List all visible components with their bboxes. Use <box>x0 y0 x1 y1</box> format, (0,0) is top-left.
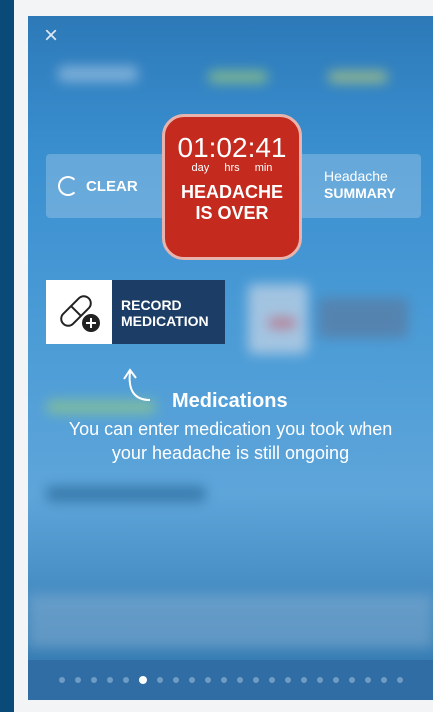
page-dot[interactable] <box>252 677 259 683</box>
status-line1: HEADACHE <box>180 182 283 202</box>
blurred-bg <box>268 318 296 328</box>
unit-hrs: hrs <box>224 162 240 174</box>
page-dot[interactable] <box>106 677 113 683</box>
close-icon[interactable]: × <box>44 24 58 48</box>
page-dot[interactable] <box>204 677 211 683</box>
tip-line1: You can enter medication you took when <box>68 419 393 439</box>
tip-title: Medications <box>172 390 288 412</box>
page-dot[interactable] <box>300 677 307 683</box>
page-dot[interactable] <box>364 677 371 683</box>
record-label: RECORD MEDICATION <box>112 280 225 344</box>
record-line1: RECORD <box>121 297 182 313</box>
blurred-bg <box>58 66 138 82</box>
status-text: HEADACHE IS OVER <box>165 182 299 224</box>
page-dot[interactable] <box>220 677 227 683</box>
blurred-bg <box>46 486 206 502</box>
unit-min: min <box>254 162 273 174</box>
refresh-icon <box>58 176 78 196</box>
tip-line2: your headache is still ongoing <box>111 443 350 463</box>
page-dot[interactable] <box>268 677 275 683</box>
page-dot[interactable] <box>122 677 129 683</box>
page-dot[interactable] <box>332 677 339 683</box>
unit-day: day <box>191 162 210 174</box>
tip-text: You can enter medication you took when y… <box>28 417 433 465</box>
summary-line2: SUMMARY <box>324 185 396 201</box>
elapsed-timer: 01:02:41 <box>177 132 287 163</box>
clear-button[interactable]: CLEAR <box>58 176 138 196</box>
summary-line1: Headache <box>324 168 388 184</box>
page-dot[interactable] <box>348 677 355 683</box>
page-dot[interactable] <box>316 677 323 683</box>
page-dot[interactable] <box>380 677 387 683</box>
page-dot[interactable] <box>284 677 291 683</box>
page-indicator <box>28 660 433 700</box>
page-dot[interactable] <box>188 677 195 683</box>
blurred-bg <box>318 298 408 338</box>
app-frame: × CLEAR Headache SUMMARY 01:02:41 day hr… <box>0 0 433 712</box>
page-dot[interactable] <box>74 677 81 683</box>
page-dot[interactable] <box>58 677 65 683</box>
record-medication-button[interactable]: RECORD MEDICATION <box>46 280 225 344</box>
tutorial-overlay: × CLEAR Headache SUMMARY 01:02:41 day hr… <box>28 16 433 700</box>
record-line2: MEDICATION <box>121 313 209 329</box>
headache-status-card[interactable]: 01:02:41 day hrs min HEADACHE IS OVER <box>162 114 302 260</box>
page-dot-active[interactable] <box>138 676 147 684</box>
timer-units: day hrs min <box>165 162 299 174</box>
sidebar <box>0 0 14 712</box>
page-dot[interactable] <box>156 677 163 683</box>
headache-summary-button[interactable]: Headache SUMMARY <box>324 168 396 202</box>
blurred-bg <box>328 71 388 83</box>
blurred-bg <box>208 71 268 83</box>
clear-label: CLEAR <box>86 177 138 195</box>
page-dot[interactable] <box>236 677 243 683</box>
page-dot[interactable] <box>172 677 179 683</box>
page-dot[interactable] <box>396 677 403 683</box>
status-line2: IS OVER <box>195 203 269 223</box>
pill-plus-icon <box>46 280 112 344</box>
curved-arrow-icon <box>123 368 151 401</box>
page-dot[interactable] <box>90 677 97 683</box>
blurred-bg <box>28 594 433 648</box>
